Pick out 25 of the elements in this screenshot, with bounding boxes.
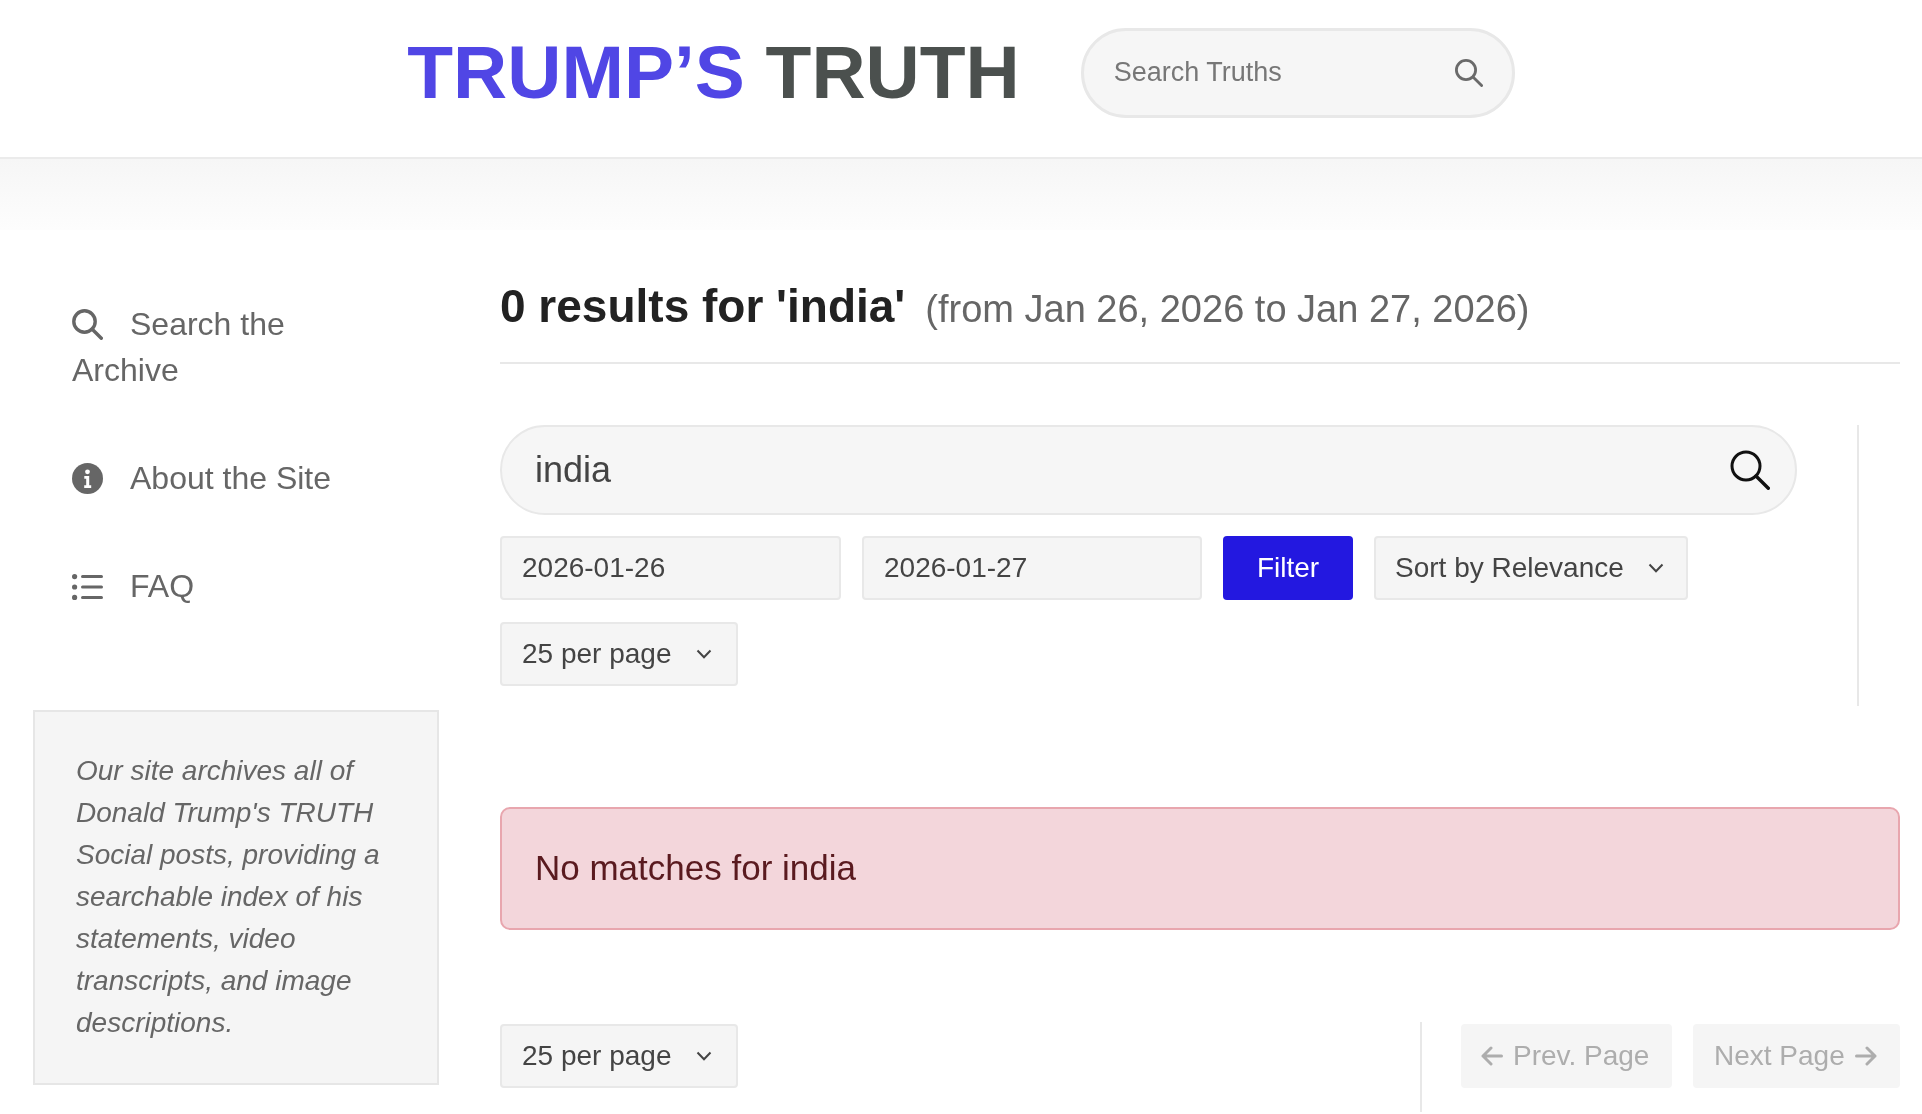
nav-link[interactable]: About the Site: [72, 455, 332, 501]
date-field[interactable]: 2026-01-26: [500, 536, 841, 600]
nav-link[interactable]: Search the Archive: [72, 301, 362, 393]
site-logo[interactable]: TRUMP’S TRUTH: [407, 35, 1020, 110]
about-text: Our site archives all of Donald Trump's TRUTH Social posts, providing a searchable index of his statements, video transcripts, and image descriptions.: [33, 710, 439, 1085]
filter-button[interactable]: Filter: [1223, 536, 1353, 600]
arrow-right-icon: [1854, 1046, 1877, 1066]
nav-link[interactable]: FAQ: [72, 563, 194, 609]
chevron-down-icon: [696, 1051, 712, 1061]
info-icon: [72, 463, 103, 495]
search-field[interactable]: india: [500, 425, 1797, 515]
search-field[interactable]: Search Truths: [1080, 27, 1515, 118]
search-icon: [72, 309, 103, 341]
date-range-text: (from Jan 26, 2026 to Jan 27, 2026): [925, 287, 1530, 332]
chevron-down-icon: [1648, 563, 1664, 573]
arrow-left-icon: [1481, 1046, 1503, 1066]
results-heading: 0 results for 'india': [500, 279, 906, 333]
chevron-down-icon: [696, 649, 712, 659]
search-icon[interactable]: [1730, 450, 1770, 490]
sort-dropdown[interactable]: Sort by Relevance: [1374, 536, 1688, 600]
per-page-dropdown[interactable]: 25 per page: [500, 1024, 738, 1088]
per-page-dropdown[interactable]: 25 per page: [500, 622, 738, 686]
list-icon: [72, 573, 103, 600]
no-matches-alert: No matches for india: [500, 807, 1900, 930]
date-field[interactable]: 2026-01-27: [862, 536, 1202, 600]
